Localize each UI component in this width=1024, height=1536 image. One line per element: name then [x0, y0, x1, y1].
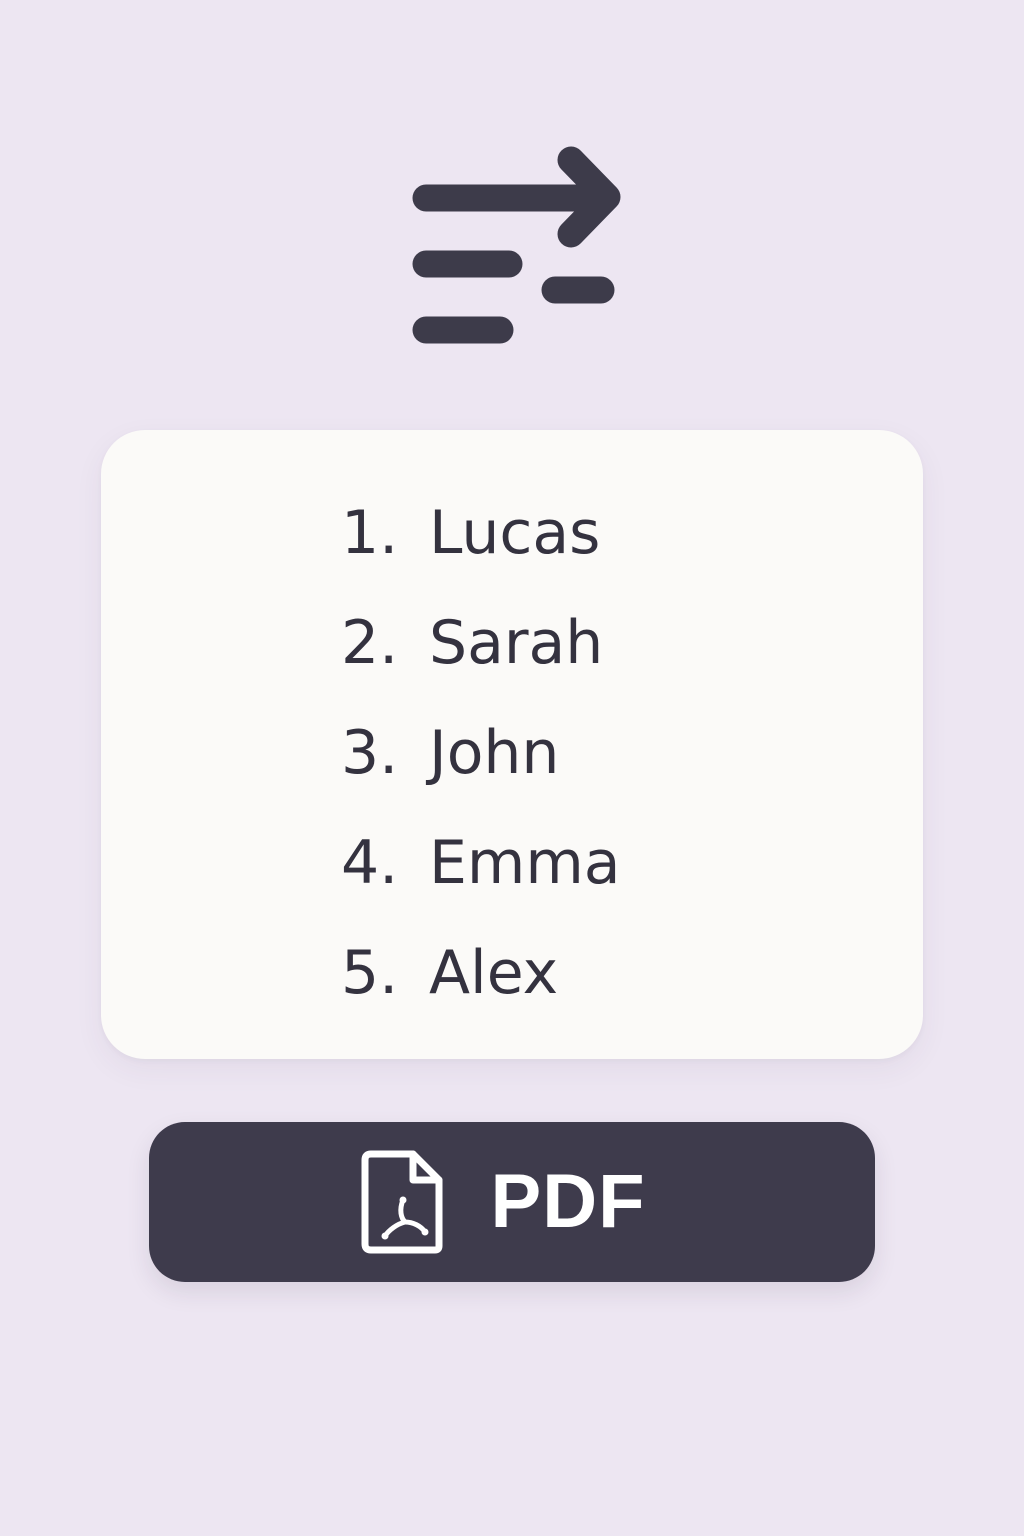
list-item-name: Emma — [429, 828, 621, 898]
list-item: 5. Alex — [341, 918, 621, 1028]
list-item-name: Alex — [429, 938, 559, 1008]
list-item-name: Lucas — [429, 498, 601, 568]
list-item-name: Sarah — [429, 608, 604, 678]
names-list-card: 1. Lucas 2. Sarah 3. John 4. Emma 5. Ale… — [101, 430, 923, 1059]
list-item-name: John — [429, 718, 560, 788]
list-item-number: 5. — [341, 938, 399, 1008]
list-item: 3. John — [341, 698, 621, 808]
list-item: 4. Emma — [341, 808, 621, 918]
list-item-number: 2. — [341, 608, 399, 678]
list-item-number: 4. — [341, 828, 399, 898]
list-item: 1. Lucas — [341, 478, 621, 588]
list-item: 2. Sarah — [341, 588, 621, 698]
pdf-file-icon — [361, 1150, 442, 1254]
list-item-number: 1. — [341, 498, 399, 568]
pdf-button-label: PDF — [490, 1159, 646, 1244]
export-pdf-button[interactable]: PDF — [149, 1122, 875, 1282]
text-wrap-arrow-icon — [405, 140, 630, 350]
list-item-number: 3. — [341, 718, 399, 788]
names-list: 1. Lucas 2. Sarah 3. John 4. Emma 5. Ale… — [341, 478, 621, 1028]
